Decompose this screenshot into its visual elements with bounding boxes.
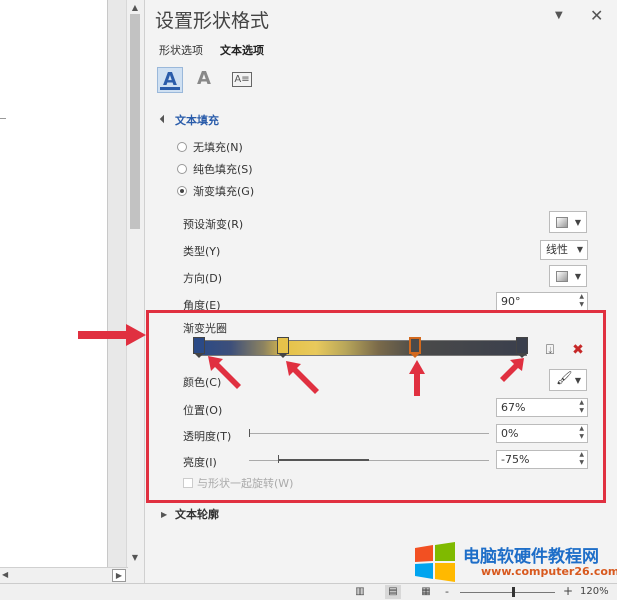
gradient-swatch-icon — [556, 271, 568, 282]
type-label: 类型(Y) — [183, 245, 221, 258]
tab-shape-options[interactable]: 形状选项 — [159, 42, 203, 58]
direction-label: 方向(D) — [183, 272, 223, 285]
section-text-fill[interactable]: 文本填充 — [175, 112, 219, 128]
page-text-mark — [0, 118, 6, 119]
pointer-arrow-icon — [208, 356, 241, 389]
highlight-frame — [146, 310, 606, 503]
scroll-thumb[interactable] — [130, 14, 140, 229]
watermark-title: 电脑软硬件教程网 — [463, 547, 599, 567]
radio-circle[interactable] — [177, 164, 187, 174]
scroll-left-icon[interactable]: ◀ — [2, 568, 14, 582]
chevron-down-icon: ▼ — [574, 218, 581, 227]
angle-input[interactable]: 90° ▲ ▼ — [496, 292, 588, 311]
pointer-arrow-icon — [500, 358, 524, 382]
radio-label: 纯色填充(S) — [193, 163, 253, 176]
textbox-frame: A≡ — [232, 72, 252, 87]
document-area — [0, 0, 128, 567]
spinner-arrows-icon[interactable]: ▲ ▼ — [579, 293, 584, 309]
expand-arrow-icon[interactable]: ▶ — [161, 510, 167, 519]
text-fill-outline-icon[interactable]: A — [157, 67, 183, 93]
zoom-slider-thumb[interactable] — [512, 587, 515, 597]
radio-label: 无填充(N) — [193, 141, 243, 154]
vertical-scrollbar[interactable]: ▲ ▼ — [126, 0, 143, 567]
preset-gradient-label: 预设渐变(R) — [183, 218, 244, 231]
close-icon[interactable]: ✕ — [590, 6, 603, 25]
section-text-outline[interactable]: 文本轮廓 — [175, 506, 219, 522]
radio-label: 渐变填充(G) — [193, 185, 255, 198]
radio-solid-fill[interactable]: 纯色填充(S) — [177, 161, 253, 177]
document-page[interactable] — [0, 0, 108, 567]
type-value: 线性 — [546, 243, 568, 256]
radio-circle-checked[interactable] — [177, 186, 187, 196]
text-effects-icon[interactable]: A — [191, 67, 217, 93]
chevron-down-icon: ▼ — [576, 245, 583, 254]
pane-title: 设置形状格式 — [155, 10, 270, 32]
read-mode-icon[interactable]: ▥ — [352, 585, 368, 599]
collapse-arrow-icon[interactable] — [159, 114, 169, 124]
radio-gradient-fill[interactable]: 渐变填充(G) — [177, 183, 254, 199]
pointer-arrow-icon — [409, 360, 425, 396]
pane-options-dropdown-icon[interactable]: ▼ — [555, 10, 563, 21]
direction-dropdown[interactable]: ▼ — [549, 265, 587, 287]
pointer-arrow-icon — [286, 361, 319, 394]
gradient-swatch-icon — [556, 217, 568, 228]
pointer-arrow-icon — [78, 324, 146, 346]
radio-circle[interactable] — [177, 142, 187, 152]
scroll-down-icon[interactable]: ▼ — [127, 550, 143, 566]
watermark: 电脑软硬件教程网 www.computer26.com — [413, 540, 617, 588]
windows-logo-icon — [415, 542, 455, 582]
preset-gradient-dropdown[interactable]: ▼ — [549, 211, 587, 233]
tab-text-options[interactable]: 文本选项 — [220, 42, 264, 58]
radio-no-fill[interactable]: 无填充(N) — [177, 139, 243, 155]
horizontal-scrollbar[interactable]: ◀ ▶ — [0, 567, 128, 583]
underline-bar — [160, 87, 180, 90]
watermark-url: www.computer26.com — [481, 565, 617, 578]
chevron-down-icon: ▼ — [574, 272, 581, 281]
textbox-icon[interactable]: A≡ — [229, 67, 255, 93]
print-layout-icon[interactable]: ▤ — [385, 585, 401, 599]
type-dropdown[interactable]: 线性 ▼ — [540, 240, 588, 260]
zoom-slider[interactable] — [460, 592, 555, 593]
angle-value: 90° — [501, 295, 521, 308]
scroll-right-icon[interactable]: ▶ — [112, 569, 126, 582]
